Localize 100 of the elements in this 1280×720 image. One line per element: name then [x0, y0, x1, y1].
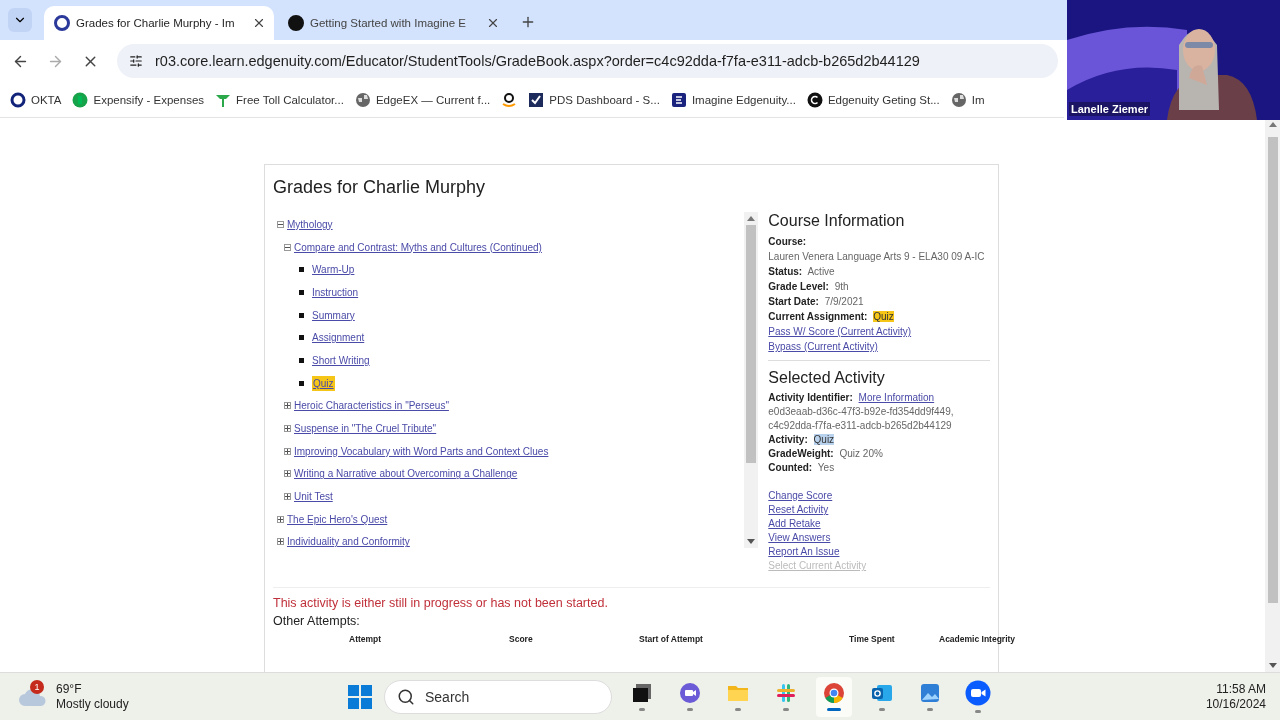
- tree-link[interactable]: Quiz: [312, 375, 335, 391]
- browser-tab[interactable]: Grades for Charlie Murphy - Im: [44, 6, 274, 40]
- e-circle-icon: [72, 91, 89, 108]
- collapse-toggle[interactable]: [284, 243, 291, 251]
- weather-condition: Mostly cloudy: [56, 696, 129, 712]
- site-icon: [54, 15, 70, 31]
- identifier-text: c4c92dda-f7fa-e311-adcb-b265d2b44129: [768, 420, 952, 431]
- identifier-text: e0d3eaab-d36c-47f3-b92e-fd354dd9f449,: [768, 406, 954, 417]
- mail-icon: [871, 682, 893, 704]
- field-label: GradeWeight:: [768, 448, 834, 459]
- globe-icon: [354, 91, 371, 108]
- action-link[interactable]: Bypass (Current Activity): [768, 341, 878, 352]
- tree-link[interactable]: Individuality and Conformity: [287, 536, 410, 548]
- tree-link[interactable]: Heroic Characteristics in "Perseus": [294, 400, 449, 412]
- expand-toggle[interactable]: [284, 447, 291, 455]
- expand-toggle[interactable]: [277, 515, 284, 523]
- windows-logo-icon[interactable]: [348, 684, 372, 709]
- bookmark[interactable]: Expensify - Expenses: [72, 91, 205, 108]
- bars-square-icon: [670, 91, 687, 108]
- field-label: Course:: [768, 236, 807, 247]
- bookmark[interactable]: Imagine Edgenuity...: [670, 91, 796, 108]
- tree-link[interactable]: Unit Test: [294, 491, 333, 503]
- page-scroll-thumb[interactable]: [1267, 137, 1278, 603]
- site-settings-icon[interactable]: [129, 54, 143, 68]
- tree-link[interactable]: Short Writing: [312, 354, 370, 366]
- tree-link[interactable]: Summary: [312, 309, 355, 321]
- hash-icon: [775, 682, 797, 704]
- expand-toggle[interactable]: [277, 538, 284, 546]
- tree-link[interactable]: Warm-Up: [312, 264, 355, 276]
- video-chat-icon: [679, 682, 701, 704]
- tree-link[interactable]: Assignment: [312, 332, 365, 344]
- tab-menu-button[interactable]: [8, 8, 32, 32]
- section-heading: Selected Activity: [768, 369, 886, 387]
- ring-icon: [10, 91, 26, 108]
- field-label: Grade Level:: [768, 281, 829, 292]
- page-scrollbar[interactable]: [1265, 118, 1280, 672]
- action-link[interactable]: Reset Activity: [768, 504, 829, 515]
- action-link[interactable]: Change Score: [768, 490, 833, 501]
- collapse-toggle[interactable]: [277, 220, 284, 228]
- close-tab-button[interactable]: [486, 16, 500, 30]
- field-value: Yes: [817, 462, 835, 473]
- bookmark[interactable]: Im: [950, 91, 985, 108]
- field-value: Active: [807, 266, 835, 277]
- scrollbar[interactable]: [744, 212, 759, 548]
- action-link[interactable]: View Answers: [768, 532, 831, 543]
- field-label: Activity Identifier:: [768, 392, 853, 403]
- image-icon: [919, 682, 941, 704]
- tree-link[interactable]: Writing a Narrative about Overcoming a Challenge: [294, 468, 518, 480]
- bullet: [299, 267, 304, 273]
- tree-link[interactable]: Suspense in "The Cruel Tribute": [294, 423, 437, 435]
- window-icon: [631, 682, 653, 704]
- action-link[interactable]: Pass W/ Score (Current Activity): [768, 326, 912, 337]
- camera-circle-icon: [965, 680, 991, 706]
- bullet: [299, 357, 304, 363]
- browser-tab[interactable]: Getting Started with Imagine E: [278, 6, 508, 40]
- column-header: Score: [509, 634, 534, 644]
- column-header: Academic Integrity: [939, 634, 1017, 644]
- expand-toggle[interactable]: [284, 493, 291, 501]
- attempts-heading: Other Attempts:: [273, 614, 361, 628]
- new-tab-button[interactable]: [520, 14, 536, 30]
- browser-icon: [823, 682, 845, 704]
- expand-toggle[interactable]: [284, 402, 291, 410]
- bookmark[interactable]: Edgenuity Geting St...: [806, 91, 940, 108]
- clock-date: 10/16/2024: [1205, 696, 1266, 712]
- bullet: [299, 312, 304, 318]
- scroll-thumb[interactable]: [746, 225, 757, 463]
- bullet: [299, 335, 304, 341]
- bookmark[interactable]: OKTA: [10, 91, 62, 108]
- tree-link[interactable]: Instruction: [312, 286, 359, 298]
- bookmark[interactable]: PDS Dashboard - S...: [528, 91, 660, 108]
- tree-link[interactable]: Mythology: [287, 218, 333, 230]
- column-header: Attempt: [349, 634, 383, 644]
- taskbar-search[interactable]: Search: [384, 679, 612, 714]
- tree-link[interactable]: The Epic Hero's Quest: [287, 513, 388, 525]
- c-circle-icon: [806, 91, 823, 108]
- bookmark[interactable]: EdgeEX — Current f...: [354, 91, 491, 108]
- tree-link[interactable]: Compare and Contrast: Myths and Cultures (Continued): [294, 241, 542, 253]
- field-value: 9th: [834, 281, 849, 292]
- expand-toggle[interactable]: [284, 470, 291, 478]
- field-value: Quiz 20%: [839, 448, 883, 459]
- column-header: Start of Attempt: [639, 634, 704, 644]
- participant-name: Lanelle Ziemer: [1069, 102, 1151, 116]
- check-square-icon: [528, 91, 545, 108]
- address-bar[interactable]: r03.core.learn.edgenuity.com/Educator/StudentTools/GradeBook.aspx?order=c4c92dda-f7fa-e311-adcb-b265d2b44129: [117, 44, 1058, 78]
- section-heading: Course Information: [768, 212, 906, 230]
- field-value: Quiz: [813, 434, 835, 445]
- info-link[interactable]: More Information: [858, 392, 935, 403]
- clock-time: 11:58 AM: [1216, 681, 1266, 697]
- action-link[interactable]: Add Retake: [768, 518, 821, 529]
- expand-toggle[interactable]: [284, 425, 291, 433]
- bookmark[interactable]: Free Toll Calculator...: [215, 91, 344, 108]
- bookmark[interactable]: [501, 91, 518, 108]
- temperature: 69°F: [56, 681, 83, 697]
- field-label: Status:: [768, 266, 803, 277]
- notification-badge: 1: [30, 679, 44, 694]
- tab-title: Getting Started with Imagine E: [310, 17, 467, 29]
- column-header: Time Spent: [849, 634, 896, 644]
- tree-link[interactable]: Improving Vocabulary with Word Parts and Context Clues: [294, 445, 549, 457]
- action-link[interactable]: Report An Issue: [768, 546, 840, 557]
- close-tab-button[interactable]: [252, 16, 266, 30]
